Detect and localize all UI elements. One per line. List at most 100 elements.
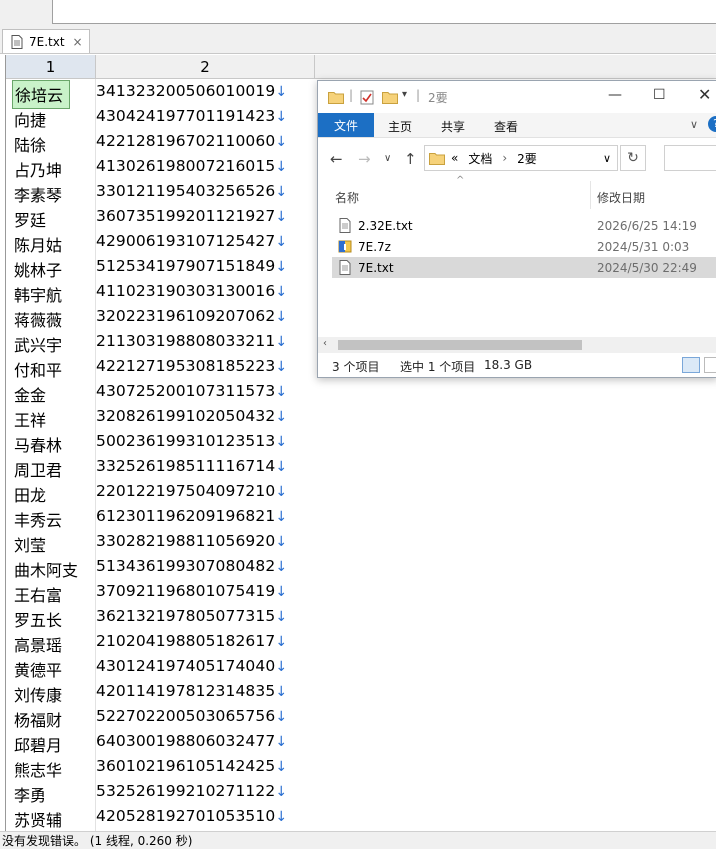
column-separator[interactable] <box>590 181 591 209</box>
name-cell[interactable]: 陆徐 <box>14 132 46 156</box>
id-number-cell[interactable]: 420114197812314835↓ <box>96 682 287 700</box>
help-icon[interactable]: ? <box>708 116 716 132</box>
id-number-cell[interactable]: 330121195403256526↓ <box>96 182 287 200</box>
name-cell[interactable]: 刘传康 <box>14 682 62 706</box>
name-cell[interactable]: 王祥 <box>14 407 46 431</box>
id-number-cell[interactable]: 362132197805077315↓ <box>96 607 287 625</box>
name-cell[interactable]: 王右富 <box>14 582 62 606</box>
close-icon[interactable]: × <box>73 35 83 49</box>
forward-arrow-icon[interactable]: → <box>358 150 371 168</box>
column-header-1[interactable]: 1 <box>6 55 96 79</box>
ribbon-tab-share[interactable]: 共享 <box>441 118 465 135</box>
file-item[interactable]: 7E.7z 2024/5/31 0:03 <box>332 236 716 257</box>
name-cell[interactable]: 杨福财 <box>14 707 62 731</box>
back-arrow-icon[interactable]: ← <box>330 150 343 168</box>
id-number-cell[interactable]: 332526198511116714↓ <box>96 457 287 475</box>
name-cell[interactable]: 姚林子 <box>14 257 62 281</box>
id-number-cell[interactable]: 411023190303130016↓ <box>96 282 287 300</box>
name-cell[interactable]: 向捷 <box>14 107 46 131</box>
id-number-cell[interactable]: 512534197907151849↓ <box>96 257 287 275</box>
file-item[interactable]: 7E.txt 2024/5/30 22:49 <box>332 257 716 278</box>
name-cell[interactable]: 邱碧月 <box>14 732 62 756</box>
search-input[interactable] <box>664 145 716 171</box>
large-icons-view-icon[interactable] <box>704 357 716 373</box>
name-cell[interactable]: 蒋薇薇 <box>14 307 62 331</box>
id-number-cell[interactable]: 211303198808033211↓ <box>96 332 287 350</box>
name-cell[interactable]: 金金 <box>14 382 46 406</box>
new-folder-icon[interactable] <box>382 90 398 104</box>
minimize-icon[interactable]: — <box>608 87 622 103</box>
tab-7e-txt[interactable]: 7E.txt × <box>2 29 90 53</box>
column-modified-date[interactable]: 修改日期 <box>597 189 645 206</box>
id-number-cell[interactable]: 320826199102050432↓ <box>96 407 287 425</box>
id-number-cell[interactable]: 513436199307080482↓ <box>96 557 287 575</box>
id-number-cell[interactable]: 360735199201121927↓ <box>96 207 287 225</box>
table-row: 刘传康 420114197812314835↓ <box>6 679 716 706</box>
id-number-cell[interactable]: 422127195308185223↓ <box>96 357 287 375</box>
column-header-2[interactable]: 2 <box>96 55 315 79</box>
details-view-icon[interactable] <box>682 357 700 373</box>
id-number-cell[interactable]: 430725200107311573↓ <box>96 382 287 400</box>
id-number-cell[interactable]: 430424197701191423↓ <box>96 107 287 125</box>
name-cell[interactable]: 刘莹 <box>14 532 46 556</box>
id-number-cell[interactable]: 640300198806032477↓ <box>96 732 287 750</box>
id-number-cell[interactable]: 320223196109207062↓ <box>96 307 287 325</box>
breadcrumb-current[interactable]: 2要 <box>517 150 537 167</box>
ribbon-expand-icon[interactable]: ∨ <box>690 118 698 131</box>
name-cell[interactable]: 丰秀云 <box>14 507 62 531</box>
name-cell[interactable]: 苏贤辅 <box>14 807 62 831</box>
name-cell[interactable]: 李勇 <box>14 782 46 806</box>
id-number-cell[interactable]: 612301196209196821↓ <box>96 507 287 525</box>
id-number-cell[interactable]: 420528192701053510↓ <box>96 807 287 825</box>
id-number-cell[interactable]: 341323200506010019↓ <box>96 82 287 100</box>
id-number-cell[interactable]: 330282198811056920↓ <box>96 532 287 550</box>
close-window-icon[interactable]: ✕ <box>698 85 711 104</box>
column-name[interactable]: 名称 <box>335 189 359 206</box>
ribbon-tab-home[interactable]: 主页 <box>388 118 412 135</box>
horizontal-scrollbar[interactable]: ‹ <box>318 337 716 353</box>
name-cell[interactable]: 黄德平 <box>14 657 62 681</box>
name-cell[interactable]: 韩宇航 <box>14 282 62 306</box>
id-number-cell[interactable]: 370921196801075419↓ <box>96 582 287 600</box>
name-cell[interactable]: 田龙 <box>14 482 46 506</box>
id-number-cell[interactable]: 429006193107125427↓ <box>96 232 287 250</box>
name-cell[interactable]: 熊志华 <box>14 757 62 781</box>
id-number-cell[interactable]: 220122197504097210↓ <box>96 482 287 500</box>
id-number-cell[interactable]: 522702200503065756↓ <box>96 707 287 725</box>
address-bar[interactable]: « 文档 › 2要 ∨ <box>424 145 618 171</box>
id-number-cell[interactable]: 413026198007216015↓ <box>96 157 287 175</box>
file-item[interactable]: 2.32E.txt 2026/6/25 14:19 <box>332 215 716 236</box>
id-number-cell[interactable]: 360102196105142425↓ <box>96 757 287 775</box>
up-arrow-icon[interactable]: ↑ <box>404 150 417 168</box>
name-cell[interactable]: 占乃坤 <box>14 157 62 181</box>
quick-access-dropdown-icon[interactable]: ▾ <box>402 89 407 100</box>
properties-icon[interactable] <box>360 90 374 105</box>
name-cell[interactable]: 周卫君 <box>14 457 62 481</box>
maximize-icon[interactable]: ☐ <box>653 87 666 103</box>
name-cell[interactable]: 李素琴 <box>14 182 62 206</box>
scroll-left-icon[interactable]: ‹ <box>323 338 327 349</box>
name-cell[interactable]: 付和平 <box>14 357 62 381</box>
breadcrumb-documents[interactable]: 文档 <box>468 150 492 167</box>
address-dropdown-icon[interactable]: ∨ <box>603 152 611 165</box>
name-cell[interactable]: 罗廷 <box>14 207 46 231</box>
breadcrumb-overflow[interactable]: « <box>451 151 458 165</box>
id-number-cell[interactable]: 210204198805182617↓ <box>96 632 287 650</box>
name-cell[interactable]: 高景瑶 <box>14 632 62 656</box>
name-cell[interactable]: 陈月姑 <box>14 232 62 256</box>
id-number-text: 320223196109207062 <box>96 307 276 325</box>
name-cell[interactable]: 罗五长 <box>14 607 62 631</box>
scrollbar-thumb[interactable] <box>338 340 582 350</box>
top-input-box[interactable] <box>52 0 716 24</box>
id-number-cell[interactable]: 532526199210271122↓ <box>96 782 287 800</box>
ribbon-tab-view[interactable]: 查看 <box>494 118 518 135</box>
id-number-cell[interactable]: 430124197405174040↓ <box>96 657 287 675</box>
recent-locations-icon[interactable]: ∨ <box>384 153 391 164</box>
ribbon-tab-file[interactable]: 文件 <box>318 113 374 137</box>
refresh-icon[interactable]: ↻ <box>620 145 646 171</box>
name-cell[interactable]: 马春林 <box>14 432 62 456</box>
name-cell[interactable]: 曲木阿支 <box>14 557 78 581</box>
id-number-cell[interactable]: 422128196702110060↓ <box>96 132 287 150</box>
name-cell[interactable]: 武兴宇 <box>14 332 62 356</box>
id-number-cell[interactable]: 500236199310123513↓ <box>96 432 287 450</box>
